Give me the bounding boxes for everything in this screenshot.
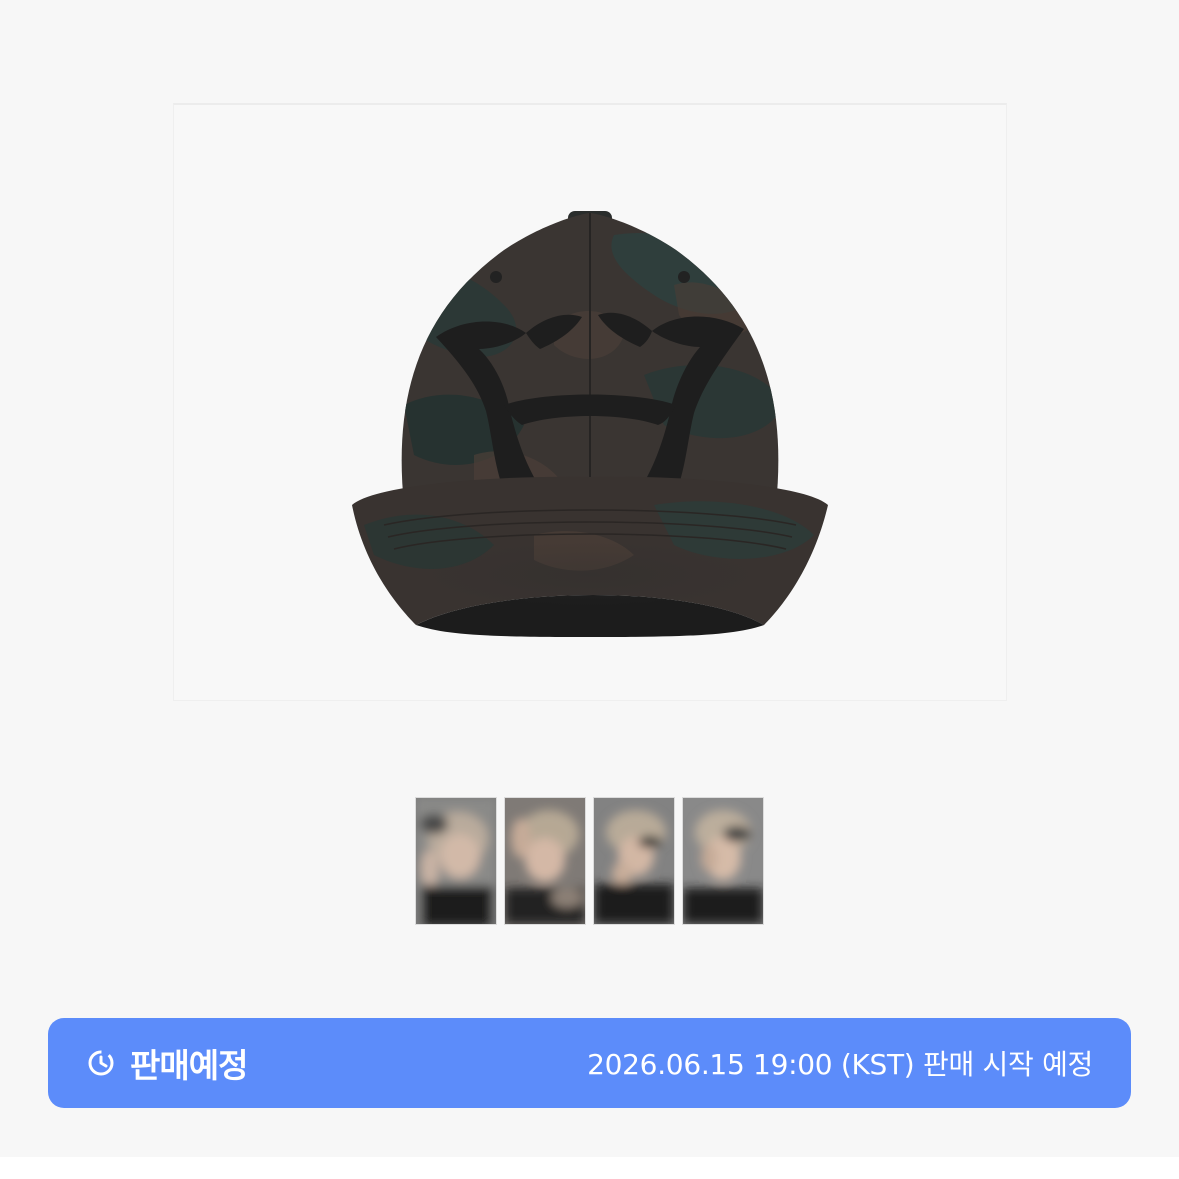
product-page: 판매예정 2026.06.15 19:00 (KST) 판매 시작 예정: [0, 0, 1179, 1179]
thumbnail-1[interactable]: [415, 797, 497, 925]
bottom-divider: [0, 1157, 1179, 1179]
sale-start-datetime: 2026.06.15 19:00 (KST) 판매 시작 예정: [587, 1048, 1093, 1081]
sale-status-banner: 판매예정 2026.06.15 19:00 (KST) 판매 시작 예정: [48, 1018, 1131, 1108]
cap-illustration: [352, 211, 828, 637]
thumbnail-3[interactable]: [593, 797, 675, 925]
product-main-image[interactable]: [173, 103, 1007, 701]
thumbnail-4[interactable]: [682, 797, 764, 925]
thumbnail-2[interactable]: [504, 797, 586, 925]
clock-icon: [86, 1048, 116, 1078]
sale-status-label: 판매예정: [130, 1046, 248, 1085]
thumbnail-gallery: [415, 797, 764, 925]
